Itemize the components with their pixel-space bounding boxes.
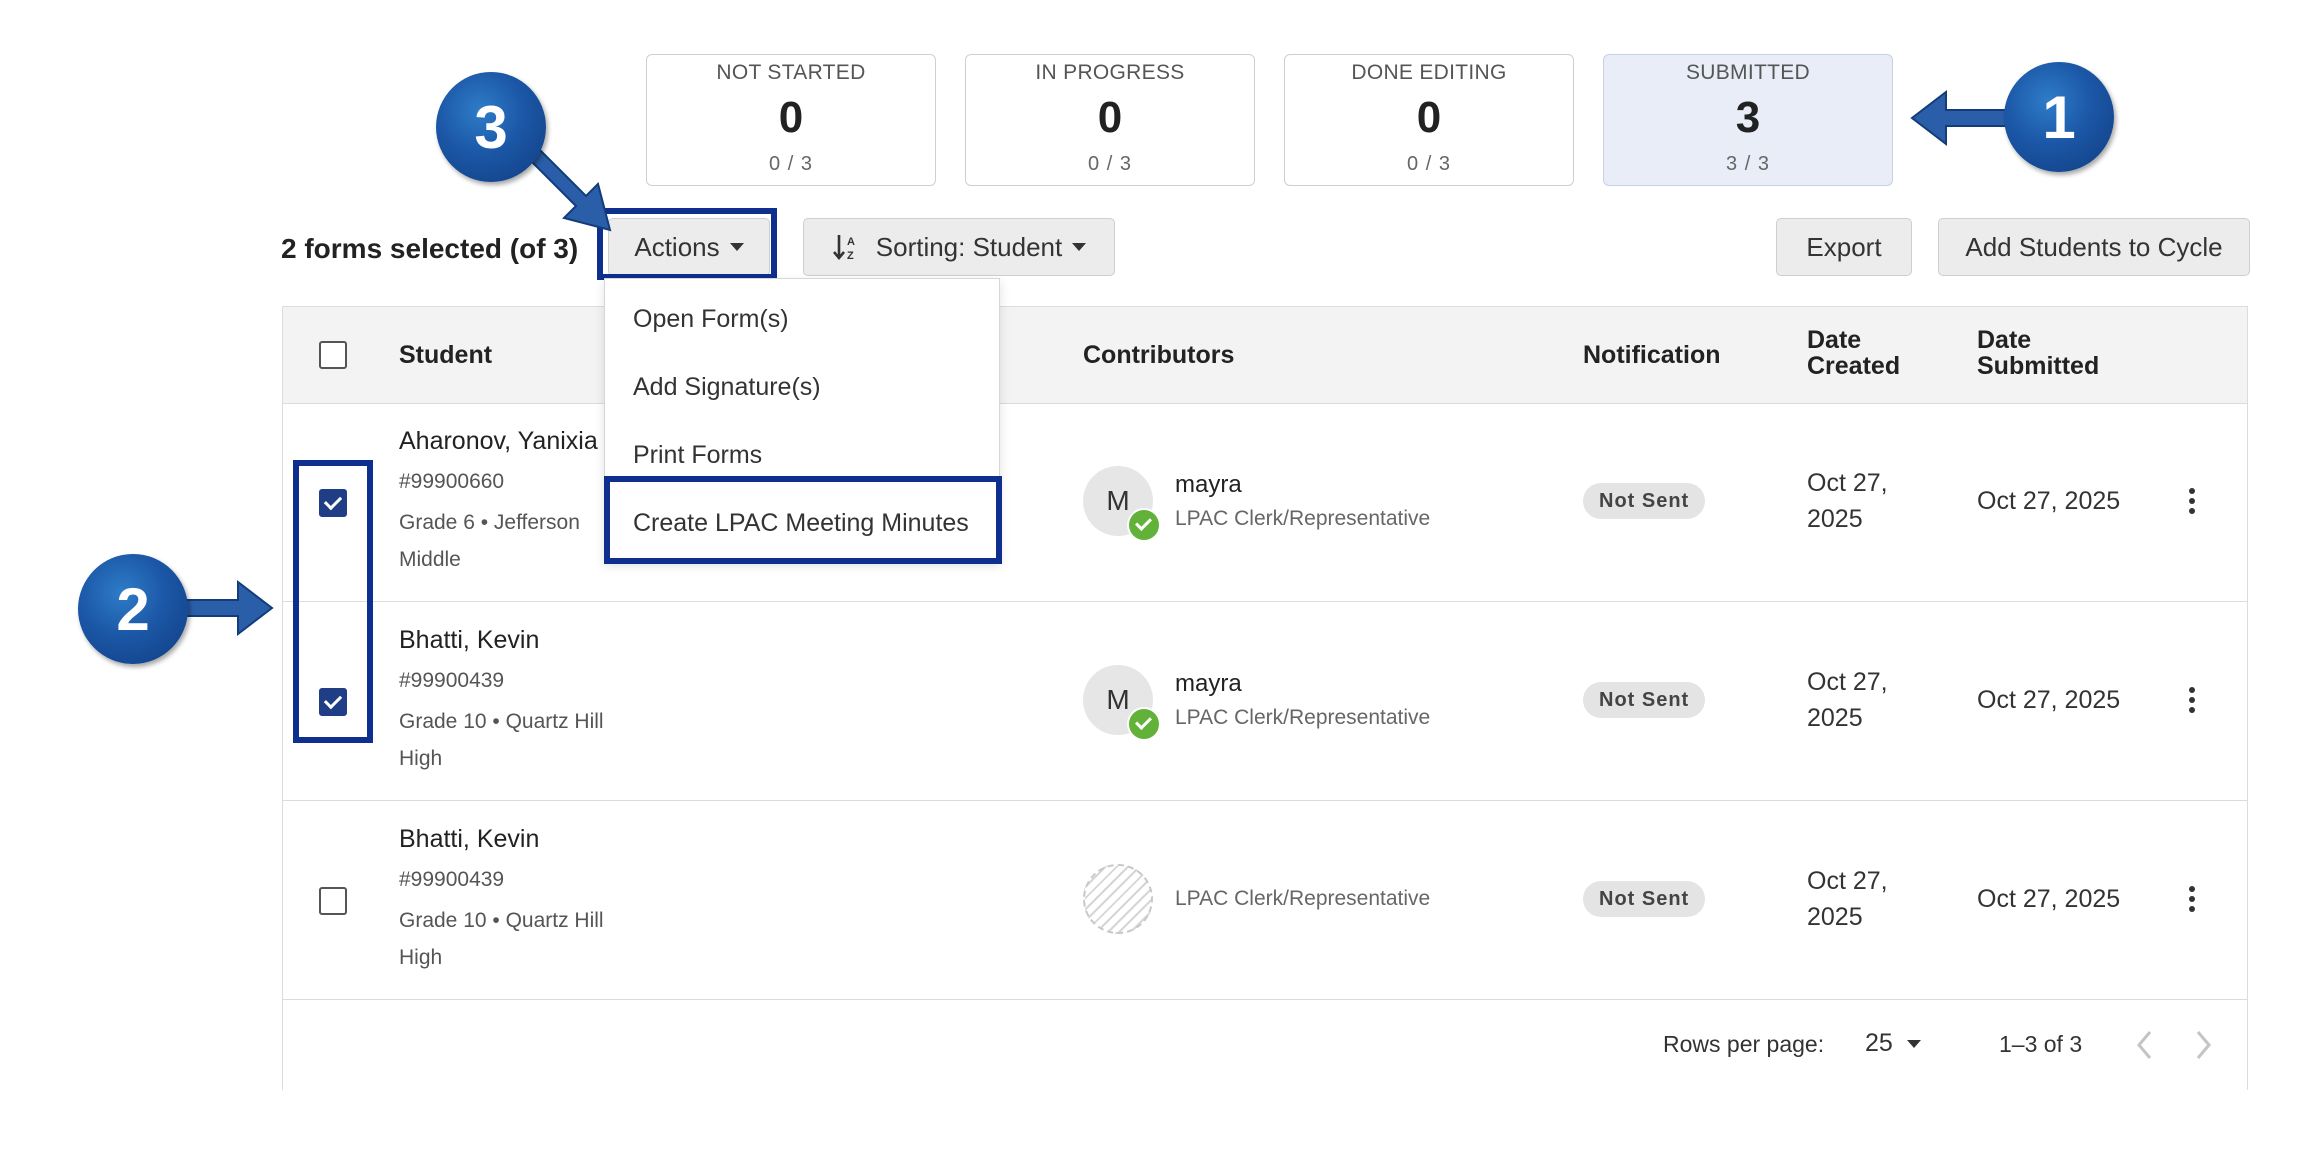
student-id: #99900660 [399,470,505,493]
student-name[interactable]: Bhatti, Kevin [399,626,539,655]
status-card-count: 0 [1416,93,1442,142]
chevron-down-icon [1906,1039,1921,1048]
date-created-line: Oct 27, [1807,867,1888,895]
column-header-notification[interactable]: Notification [1583,341,1721,370]
checkbox-highlight-box [293,460,373,743]
contributor-role: LPAC Clerk/Representative [1175,706,1431,729]
export-button[interactable]: Export [1776,218,1912,276]
menu-item-highlight-box [604,476,1002,564]
status-card-fraction: 0 / 3 [1407,153,1451,175]
date-submitted: Oct 27, 2025 [1977,487,2121,515]
svg-text:A: A [847,236,855,248]
student-id: #99900439 [399,868,505,891]
sort-icon: A Z [832,235,855,262]
status-card-label: SUBMITTED [1685,61,1811,84]
table-row[interactable]: Bhatti, Kevin #99900439 Grade 10 • Quart… [283,801,2247,1000]
student-grade-school: Grade 10 • Quartz Hill High [399,710,604,770]
status-card-submitted[interactable]: SUBMITTED 3 3 / 3 [1603,54,1893,186]
column-header-text: Created [1807,352,1901,380]
menu-item-add-signatures[interactable]: Add Signature(s) [633,373,821,402]
menu-item-open-forms[interactable]: Open Form(s) [633,305,789,334]
status-card-in-progress[interactable]: IN PROGRESS 0 0 / 3 [965,54,1255,186]
check-circle-icon [1127,508,1161,542]
export-button-label: Export [1806,231,1882,262]
menu-item-print-forms[interactable]: Print Forms [633,441,762,470]
forms-table: Student Contributors Notification Date C… [282,306,2248,1090]
status-card-label: NOT STARTED [716,61,866,84]
check-circle-icon [1127,707,1161,741]
date-submitted: Oct 27, 2025 [1977,885,2121,913]
status-card-fraction: 3 / 3 [1726,153,1770,175]
status-card-count: 0 [778,93,804,142]
more-options-icon[interactable] [2189,886,2195,916]
rows-per-page-label: Rows per page: [1663,1031,1825,1057]
status-card-label: IN PROGRESS [1035,61,1185,84]
student-name[interactable]: Aharonov, Yanixia [399,427,598,456]
date-submitted: Oct 27, 2025 [1977,686,2121,714]
status-card-count: 0 [1097,93,1123,142]
table-header: Student Contributors Notification Date C… [283,306,2247,404]
date-created: Oct 27, 2025 [1807,664,1888,736]
status-badge: Not Sent [1583,682,1706,718]
status-card-count: 3 [1735,93,1761,142]
contributor-role: LPAC Clerk/Representative [1175,887,1431,910]
svg-text:Z: Z [847,250,854,262]
status-badge: Not Sent [1583,483,1706,519]
column-header-text: Date [1807,326,1862,354]
status-card-fraction: 0 / 3 [769,153,813,175]
date-created-line: Oct 27, [1807,469,1888,497]
select-all-checkbox[interactable] [319,341,347,369]
actions-highlight-box [597,208,777,280]
pagination-range: 1–3 of 3 [1999,1031,2083,1057]
arrow-left-icon [1910,89,2018,147]
callout-badge-2: 2 [78,554,188,664]
contributor-role: LPAC Clerk/Representative [1175,507,1431,530]
empty-avatar-placeholder [1083,864,1153,934]
status-badge: Not Sent [1583,881,1706,917]
chevron-left-icon[interactable] [2133,1028,2157,1062]
status-card-not-started[interactable]: NOT STARTED 0 0 / 3 [646,54,936,186]
sorting-button-label: Sorting: Student [875,231,1063,262]
table-row[interactable]: Aharonov, Yanixia #99900660 Grade 6 • Je… [283,403,2247,602]
contributor-name: mayra [1175,670,1242,697]
rows-per-page-select[interactable]: 25 [1865,1029,1921,1058]
add-students-button-label: Add Students to Cycle [1965,231,2223,262]
column-header-text: Submitted [1977,352,2100,380]
more-options-icon[interactable] [2189,488,2195,518]
student-grade-school: Grade 10 • Quartz Hill High [399,909,604,969]
student-id: #99900439 [399,669,505,692]
column-header-student[interactable]: Student [399,341,492,370]
rows-per-page-value: 25 [1865,1029,1893,1057]
date-created: Oct 27, 2025 [1807,863,1888,935]
date-created-line: 2025 [1807,903,1863,931]
contributor-name: mayra [1175,471,1242,498]
status-card-label: DONE EDITING [1351,61,1507,84]
sorting-button[interactable]: A Z Sorting: Student [803,218,1115,276]
date-created-line: Oct 27, [1807,668,1888,696]
column-header-date-created[interactable]: Date Created [1807,327,1900,379]
add-students-to-cycle-button[interactable]: Add Students to Cycle [1938,218,2250,276]
chevron-down-icon [1072,243,1087,251]
column-header-text: Date [1977,326,2032,354]
status-card-fraction: 0 / 3 [1088,153,1132,175]
student-grade-school: Grade 6 • Jefferson Middle [399,511,580,571]
callout-badge-3: 3 [436,72,546,182]
date-created-line: 2025 [1807,704,1863,732]
column-header-date-submitted[interactable]: Date Submitted [1977,327,2099,379]
chevron-right-icon[interactable] [2191,1028,2215,1062]
table-row[interactable]: Bhatti, Kevin #99900439 Grade 10 • Quart… [283,602,2247,801]
more-options-icon[interactable] [2189,687,2195,717]
row-checkbox[interactable] [319,887,347,915]
column-header-contributors[interactable]: Contributors [1083,341,1234,370]
date-created-line: 2025 [1807,505,1863,533]
student-name[interactable]: Bhatti, Kevin [399,825,539,854]
date-created: Oct 27, 2025 [1807,465,1888,537]
arrow-right-icon [176,579,274,637]
callout-badge-1: 1 [2004,62,2114,172]
status-card-done-editing[interactable]: DONE EDITING 0 0 / 3 [1284,54,1574,186]
